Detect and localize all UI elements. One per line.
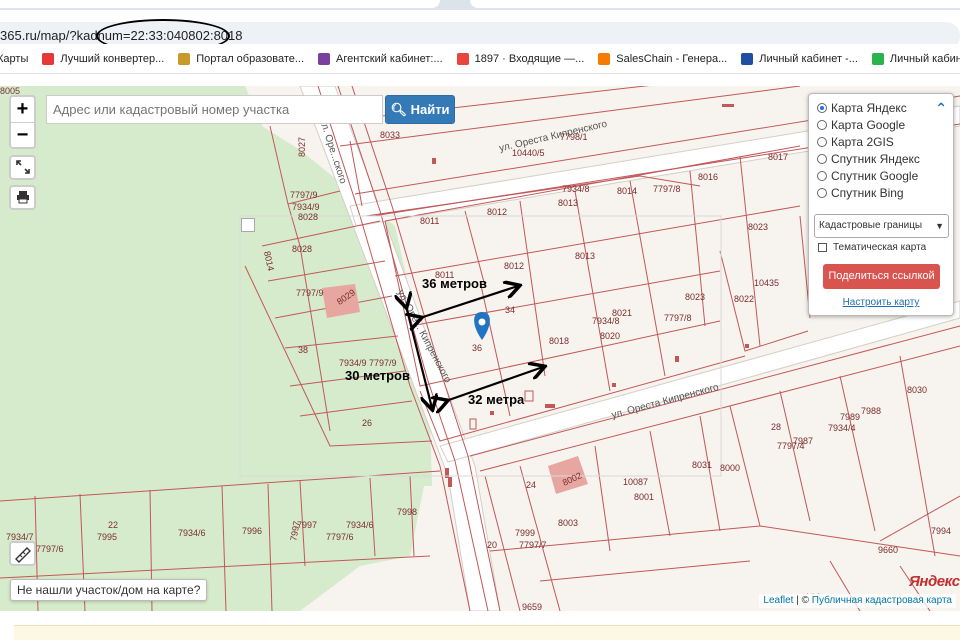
bookmarks-bar: Карты Лучший конвертер... Портал образоват… [0,44,960,74]
cabinet2-icon [871,52,884,65]
pkk-link[interactable]: Публичная кадастровая карта [812,595,952,606]
layer-option-label: Спутник Bing [831,185,904,200]
measure-button[interactable] [9,541,36,566]
annotation-label: 36 метров [422,276,487,291]
attribution-separator: | © [796,595,812,606]
configure-map-link[interactable]: Настроить карту [809,297,953,308]
bookmark-item[interactable]: Лучший конвертер... [42,52,165,65]
coat-of-arms-icon [178,52,191,65]
zoom-control: + − [9,95,36,149]
checkbox-box[interactable] [818,243,827,252]
bookmark-label: Личный кабинет -... [889,52,960,65]
layer-option[interactable]: Спутник Яндекс [817,150,920,167]
map-attribution: Leaflet | © Публичная кадастровая карта [759,594,956,608]
page-below-map [0,611,960,640]
radio-button[interactable] [817,119,827,130]
search-input[interactable] [46,95,383,124]
thematic-map-checkbox[interactable]: Тематическая карта [818,242,926,253]
bookmark-label: 1897 · Входящие —... [474,52,585,65]
search-icon: 🔍︎ [390,102,407,117]
yandex-logo: Яндекс [909,573,960,590]
inactive-tab[interactable] [470,0,960,8]
layer-switcher: Карта Яндекс Карта Google Карта 2GIS Спутни… [808,93,954,316]
bookmark-item[interactable]: Портал образовате... [178,52,305,65]
layer-option-label: Карта Google [831,117,906,132]
layer-option-label: Карта 2GIS [831,134,894,149]
collapse-caret-icon[interactable]: ⌃ [935,100,947,117]
notice-bar [14,625,960,640]
ruler-icon [15,547,31,563]
bookmark-item[interactable]: 1897 · Входящие —... [456,52,585,65]
spacer [0,74,960,86]
layer-option[interactable]: Карта Яндекс [817,99,907,116]
radio-button[interactable] [817,153,827,164]
converter-icon [42,52,55,65]
broken-image-icon [241,218,255,232]
mail-icon [456,52,469,65]
bookmark-label: Карты [0,52,29,65]
select-value: Кадастровые границы [819,220,923,231]
bookmark-label: Личный кабинет -... [759,52,858,65]
expand-icon [15,160,30,174]
cabinet-icon [741,52,754,65]
layer-option[interactable]: Карта 2GIS [817,133,894,150]
layer-option-label: Карта Яндекс [831,100,907,115]
bookmark-item[interactable]: Карты [0,53,28,65]
share-link-button[interactable]: Поделиться ссылкой [823,264,940,289]
bookmark-label: Портал образовате... [196,52,305,65]
radio-button[interactable] [817,187,827,198]
bookmark-label: Лучший конвертер... [60,52,165,65]
layer-option-label: Спутник Яндекс [831,151,920,166]
location-pin-icon [474,312,490,340]
search-button[interactable]: 🔍︎ Найти [385,95,455,124]
annotation-label: 30 метров [345,368,410,383]
bookmark-item[interactable]: Личный кабинет -... [871,52,960,65]
saleschain-icon [598,52,611,65]
bookmark-label: Агентский кабинет:... [336,52,443,65]
not-found-button[interactable]: Не нашли участок/дом на карте? [10,579,208,601]
address-bar: 365.ru/map/?kadnum=22:33:040802:8018 [0,10,960,53]
printer-icon [16,191,29,204]
fullscreen-button[interactable] [9,155,36,180]
agent-cabinet-icon [318,52,331,65]
bookmark-item[interactable]: Агентский кабинет:... [318,52,443,65]
radio-button[interactable] [817,170,827,181]
chevron-down-icon: ▼ [935,221,944,231]
zoom-out-button[interactable]: − [11,122,34,147]
print-button[interactable] [9,185,36,210]
checkbox-label: Тематическая карта [833,242,927,253]
active-tab[interactable] [0,0,440,8]
tab-strip [0,0,960,10]
bookmark-label: SalesChain - Генера... [616,52,728,65]
bookmark-item[interactable]: SalesChain - Генера... [598,52,728,65]
radio-button[interactable] [817,102,827,113]
bookmark-item[interactable]: Личный кабинет -... [741,52,858,65]
search-button-label: Найти [410,102,450,117]
layer-option[interactable]: Карта Google [817,116,905,133]
layer-option[interactable]: Спутник Bing [817,184,904,201]
cadastral-layer-select[interactable]: Кадастровые границы ▼ [814,214,949,238]
zoom-in-button[interactable]: + [11,97,34,122]
layer-option[interactable]: Спутник Google [817,167,918,184]
layer-option-label: Спутник Google [831,168,919,183]
annotation-label: 32 метра [468,392,525,407]
leaflet-link[interactable]: Leaflet [763,595,793,606]
radio-button[interactable] [817,136,827,147]
